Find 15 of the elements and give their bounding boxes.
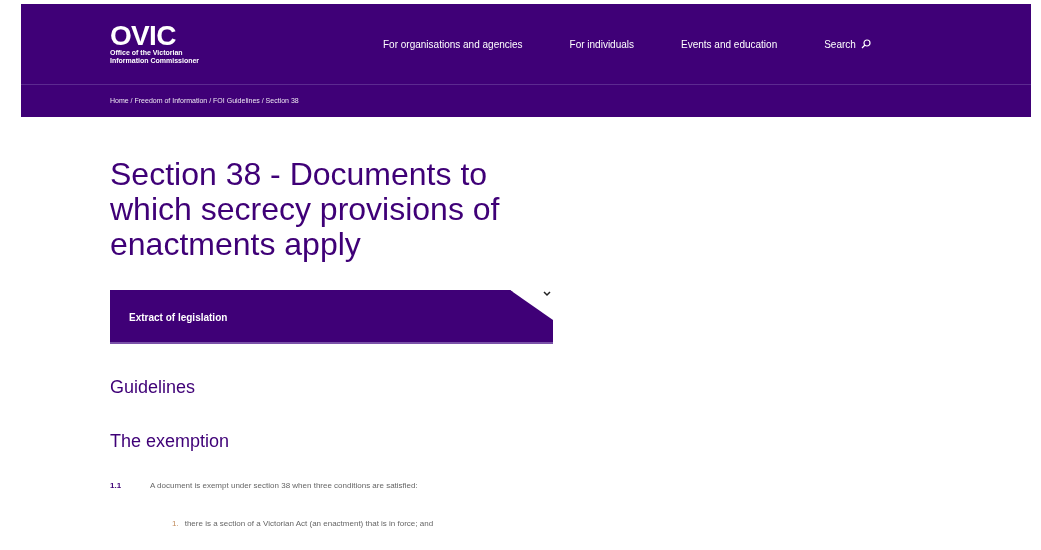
search-icon: [860, 39, 871, 49]
list-number: 1.: [172, 518, 179, 530]
nav-link[interactable]: Events and education: [681, 36, 778, 52]
paragraph-number: 1.1: [110, 480, 123, 492]
nav-link[interactable]: For individuals: [569, 36, 634, 52]
logo-wordmark: OVIC: [110, 23, 176, 49]
search-link[interactable]: Search: [824, 36, 871, 52]
page-title: Section 38 - Documents to which secrecy provisions of enactments apply: [110, 157, 501, 262]
accordion-header[interactable]: Extract of legislation: [110, 290, 553, 344]
section-heading: The exemption: [110, 430, 231, 452]
list-item-text: there is a section of a Victorian Act (an enactment) that is in force; and: [184, 518, 434, 530]
paragraph-text: A document is exempt under section 38 when three conditions are satisfied:: [150, 480, 418, 492]
chevron-down-icon: [543, 291, 551, 297]
section-heading: Guidelines: [110, 376, 197, 398]
nav-link[interactable]: For organisations and agencies: [383, 36, 523, 52]
